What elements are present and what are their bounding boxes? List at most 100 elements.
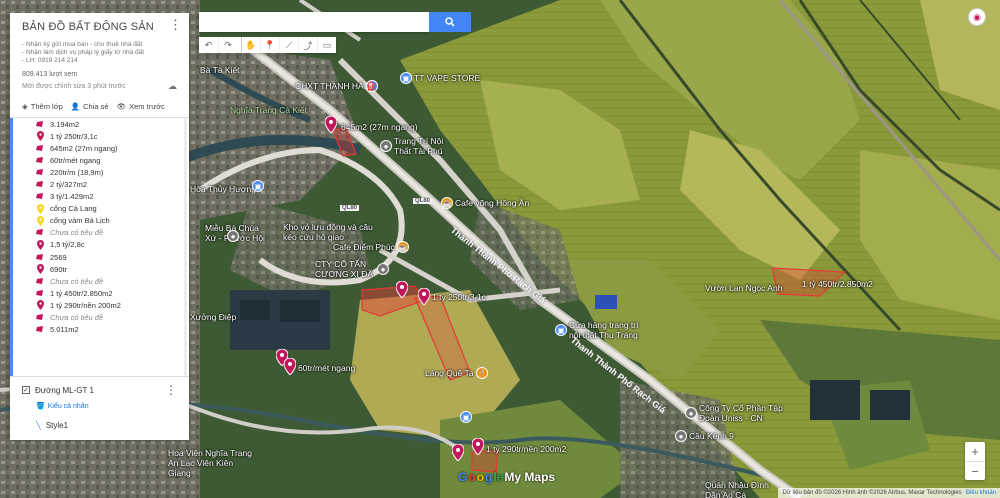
map-label: Hoa Viên Nghĩa Trang An Lạc Viên Kiên Gi… [168,448,252,478]
layers-icon: ◈ [22,102,28,111]
avatar-icon: ◉ [973,11,981,22]
layer-title-row[interactable]: ✓ Đường ML-GT 1 ⋮ [22,383,177,397]
account-avatar[interactable]: ◉ [968,8,986,26]
layer-title[interactable]: Đường ML-GT 1 [35,386,94,395]
description-line: - LH: 0919 214 214 [22,57,78,64]
polygon-icon [36,252,44,262]
zoom-out-button[interactable]: − [965,461,985,480]
map-label: Xưởng Điệp [190,312,237,322]
poi-cafe-vong-hong-an[interactable]: ☕ Cafe võng Hồng Ân [441,197,529,209]
map-attribution: Dữ liệu bản đồ ©2026 Hình ảnh ©2026 Airb… [778,488,1000,498]
poi-trang-tri-noi-that[interactable]: ● Trang Trí Nội Thất Tài Phú [380,136,454,156]
overlay-label: 60tr/mét ngang [298,363,356,373]
scrollbar[interactable] [184,118,187,376]
search-button[interactable] [429,12,471,32]
poi-cong-ty-uniss[interactable]: ● Công Ty Cổ Phần Tập Đoàn Uniss - CN [685,403,784,423]
view-count: 809.413 lượt xem [22,71,78,78]
layer-style-link[interactable]: 🪣 Kiểu cá nhân [36,402,177,411]
pin-yellow-icon [36,215,44,226]
layer-feature-item[interactable]: 690tr [10,263,189,275]
layer-feature-item[interactable]: 2569 [10,251,189,263]
poi-quan-nhau[interactable]: Quán Nhậu Đình Dân Ao Cá [705,480,775,498]
pin-icon [36,300,44,311]
last-edited: Mới được chỉnh sửa 3 phút trước ☁ [22,81,177,92]
layer-feature-item[interactable]: 1 tỷ 290tr/nền 200m2 [10,299,189,311]
property-pin[interactable] [395,280,409,299]
directions-icon[interactable]: ⤴ [298,37,317,53]
poi-cau-kenh-9[interactable]: ● Cầu Kênh 9 [675,430,734,442]
layer-feature-item[interactable]: 1 tỷ 450tr/2.850m2 [10,287,189,299]
attribution-text: Dữ liệu bản đồ ©2026 Hình ảnh ©2026 Airb… [782,490,962,496]
layer-item-style1[interactable]: ╲ Style1 [36,421,177,430]
preview-label: Xem trước [129,102,165,111]
ruler-icon[interactable]: ▭ [317,37,336,53]
terms-link[interactable]: Điều khoản [966,490,996,496]
polygon-icon [36,180,44,190]
layer-feature-item[interactable]: 5.011m2 [10,324,189,336]
layer-feature-list[interactable]: 3.194m2 1 tỷ 250tr/3,1c 645m2 (27m ngang) 6… [10,118,189,376]
layer-feature-label: 2569 [50,252,67,262]
more-options-icon[interactable]: ⋮ [169,18,182,31]
google-my-maps-logo: Go o g le My Maps [458,470,555,484]
polygon-icon [36,276,44,286]
shop-icon[interactable]: ▣ [460,411,472,423]
preview-button[interactable]: 👁 Xem trước [117,102,165,111]
property-pin[interactable] [451,443,465,462]
hand-pan-icon[interactable]: ✋ [241,37,260,53]
property-pin[interactable] [471,437,485,456]
poi-cty-co-tan[interactable]: CTY CỔ TẤN CƯƠNG XI ĐÃ ● [315,259,389,279]
property-pin[interactable] [283,357,297,376]
shop-icon[interactable]: ▣ [252,180,264,192]
layer-color-bar [10,118,13,376]
layer-feature-item[interactable]: 1 tỷ 250tr/3,1c [10,130,189,142]
layer-feature-item[interactable]: cống vàm Bà Lịch [10,215,189,227]
pin-icon [36,131,44,142]
layer-feature-item[interactable]: 60tr/mét ngang [10,154,189,166]
redo-icon[interactable]: ↷ [218,37,237,53]
more-options-icon[interactable]: ⋮ [165,383,177,397]
layer-feature-label: 220tr/m (18,9m) [50,167,104,177]
layer-feature-label: 1 tỷ 290tr/nền 200m2 [50,300,121,310]
draw-line-icon[interactable]: ⟋ [279,37,298,53]
layer-feature-item[interactable]: 3.194m2 [10,118,189,130]
layer-feature-item[interactable]: Chưa có tiêu đề [10,227,189,239]
layer-feature-item[interactable]: 2 tỷ/327m2 [10,178,189,190]
add-layer-button[interactable]: ◈ Thêm lớp [22,102,63,111]
map-title[interactable]: BẢN ĐỒ BẤT ĐỘNG SẢN [22,21,177,33]
road-shield: QL80 [340,205,360,211]
share-button[interactable]: 👤 Chia sẻ [71,102,109,111]
layer-feature-label: 5.011m2 [50,325,79,335]
poi-cafe-diem-phuc[interactable]: Cafe Điểm Phúc ☕ [333,241,409,253]
zoom-in-button[interactable]: + [965,442,985,461]
polygon-icon [36,313,44,323]
layer-feature-item[interactable]: 1,5 tỷ/2,8c [10,239,189,251]
layer-feature-label: cống vàm Bà Lịch [50,216,110,226]
layer-feature-item[interactable]: 645m2 (27m ngang) [10,142,189,154]
place-icon[interactable]: ● [227,230,239,242]
map-toolbar: ↶ ↷ ✋ 📍 ⟋ ⤴ ▭ [199,37,336,53]
layer-feature-label: 60tr/mét ngang [50,155,101,165]
layer-feature-item[interactable]: 3 tỷ/1.429m2 [10,191,189,203]
polygon-icon [36,143,44,153]
layer-feature-label: 690tr [50,264,68,274]
logo-letter: o [476,470,485,484]
layer-feature-label: 1,5 tỷ/2,8c [50,240,85,250]
layer-feature-item[interactable]: 220tr/m (18,9m) [10,166,189,178]
layer-feature-item[interactable]: Chưa có tiêu đề [10,312,189,324]
poi-lang-que-ta[interactable]: Láng Quê Ta 🍴 [425,367,488,379]
search-input[interactable] [199,12,429,32]
layer-feature-item[interactable]: Chưa có tiêu đề [10,275,189,287]
layer-feature-item[interactable]: cống Cà Lang [10,203,189,215]
property-pin[interactable] [417,287,431,306]
undo-icon[interactable]: ↶ [199,37,218,53]
property-pin[interactable] [324,115,338,134]
logo-letter: o [468,470,476,484]
place-icon[interactable]: ⛽ [366,80,378,92]
poi-vape-store[interactable]: ▣ TT VAPE STORE [400,72,480,84]
description-line: - Nhận ký gửi mua bán - cho thuê nhà đất [22,41,143,48]
factory-icon: ● [685,407,697,419]
map-label: Vườn Lan Ngọc Anh [705,283,783,293]
poi-cua-hang-thu-trang[interactable]: ▣ Cửa hàng trang trí nội thất Thu Trang [555,320,649,340]
layer-visibility-checkbox[interactable]: ✓ [22,386,30,394]
add-marker-icon[interactable]: 📍 [260,37,279,53]
